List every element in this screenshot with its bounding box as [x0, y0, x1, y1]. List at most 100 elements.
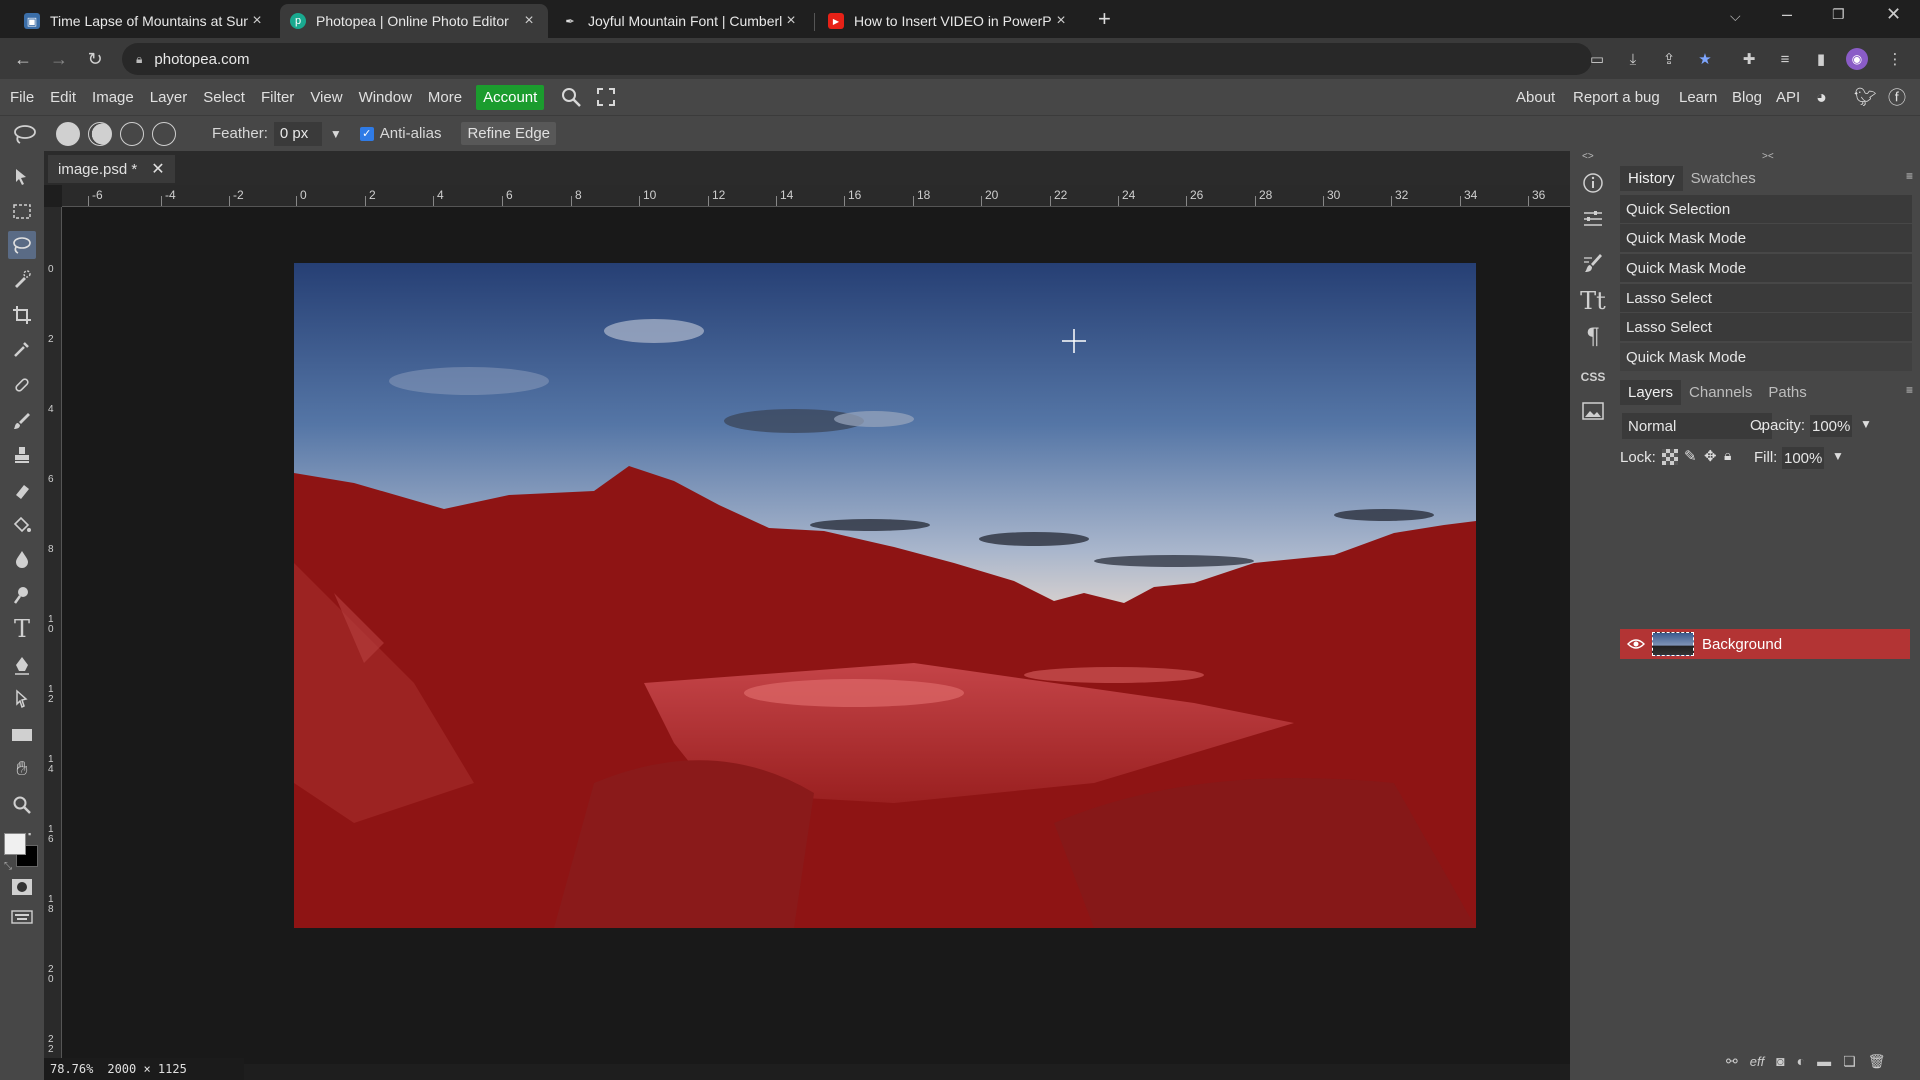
browser-tab-timelapse[interactable]: ▣ Time Lapse of Mountains at Suns ×: [14, 4, 276, 38]
history-item[interactable]: Lasso Select: [1620, 284, 1912, 312]
brush-tool-icon[interactable]: [8, 407, 36, 435]
subtract-selection-icon[interactable]: [120, 121, 144, 146]
add-selection-icon[interactable]: [88, 121, 112, 146]
facebook-icon[interactable]: ⓕ: [1888, 79, 1906, 115]
move-tool-icon[interactable]: [8, 163, 36, 191]
new-selection-icon[interactable]: [56, 121, 80, 146]
profile-avatar[interactable]: ◉: [1846, 48, 1868, 70]
marquee-tool-icon[interactable]: [8, 198, 36, 226]
address-bar[interactable]: 🔒︎ photopea.com: [122, 43, 1592, 75]
side-panel-icon[interactable]: ▮: [1810, 48, 1832, 70]
share-icon[interactable]: ⇪: [1658, 48, 1680, 70]
brush-settings-icon[interactable]: [1579, 249, 1607, 277]
new-tab-icon[interactable]: +: [1098, 6, 1111, 32]
quick-selection-tool-icon[interactable]: [8, 265, 36, 293]
healing-brush-tool-icon[interactable]: [8, 371, 36, 399]
quick-mask-icon[interactable]: [8, 873, 36, 901]
blur-tool-icon[interactable]: [8, 545, 36, 573]
document-tab[interactable]: image.psd * ✕: [48, 155, 175, 183]
swap-colors-icon[interactable]: ▪: [28, 829, 31, 839]
close-tab-icon[interactable]: ×: [782, 12, 800, 30]
back-icon[interactable]: ←: [10, 46, 36, 72]
browser-tab-photopea[interactable]: p Photopea | Online Photo Editor ×: [280, 4, 548, 38]
new-layer-icon[interactable]: ❏: [1843, 1053, 1856, 1070]
clipboard-icon[interactable]: ▭: [1586, 48, 1608, 70]
crop-tool-icon[interactable]: [8, 301, 36, 329]
keyboard-icon[interactable]: [8, 903, 36, 931]
forward-icon[interactable]: →: [46, 46, 72, 72]
dodge-tool-icon[interactable]: [8, 581, 36, 609]
adjustment-layer-icon[interactable]: ◐: [1797, 1053, 1805, 1069]
history-panel-menu-icon[interactable]: ≡: [1906, 169, 1913, 183]
menu-layer[interactable]: Layer: [142, 89, 196, 106]
menu-blog[interactable]: Blog: [1732, 79, 1762, 115]
feather-input[interactable]: [273, 121, 322, 146]
tab-paths[interactable]: Paths: [1760, 380, 1814, 405]
fullscreen-icon[interactable]: [596, 87, 616, 107]
layer-effects-icon[interactable]: eff: [1750, 1054, 1764, 1069]
history-item[interactable]: Lasso Select: [1620, 313, 1912, 341]
zoom-level[interactable]: 78.76%: [50, 1062, 93, 1076]
layer-mask-icon[interactable]: ◙: [1776, 1053, 1784, 1069]
feather-dropdown-icon[interactable]: ▼: [330, 127, 342, 141]
path-selection-tool-icon[interactable]: [8, 685, 36, 713]
image-panel-icon[interactable]: [1579, 397, 1607, 425]
restore-icon[interactable]: ❐: [1832, 6, 1845, 23]
reload-icon[interactable]: ↻: [82, 46, 108, 72]
menu-view[interactable]: View: [302, 89, 350, 106]
collapse-panels-icon[interactable]: <>: [1582, 151, 1594, 162]
extensions-icon[interactable]: ✚: [1738, 48, 1760, 70]
character-icon[interactable]: Tt: [1579, 287, 1607, 315]
close-window-icon[interactable]: ✕: [1886, 4, 1901, 25]
browser-tab-font[interactable]: ✒ Joyful Mountain Font | Cumberla ×: [552, 4, 810, 38]
install-icon[interactable]: ⤓: [1622, 48, 1644, 70]
clone-stamp-tool-icon[interactable]: [8, 441, 36, 469]
layer-row[interactable]: Background: [1620, 629, 1910, 659]
lock-transparency-icon[interactable]: [1662, 449, 1678, 465]
rectangle-tool-icon[interactable]: [8, 721, 36, 749]
opacity-dropdown-icon[interactable]: ▼: [1860, 417, 1872, 431]
history-item[interactable]: Quick Mask Mode: [1620, 254, 1912, 282]
adjustments-icon[interactable]: [1579, 205, 1607, 233]
minimize-icon[interactable]: –: [1782, 4, 1792, 25]
document-canvas[interactable]: [294, 263, 1476, 928]
eyedropper-tool-icon[interactable]: [8, 335, 36, 363]
delete-layer-icon[interactable]: 🗑︎: [1868, 1053, 1886, 1070]
hand-tool-icon[interactable]: ✋︎: [8, 755, 36, 783]
type-tool-icon[interactable]: T: [8, 615, 36, 643]
menu-report-bug[interactable]: Report a bug: [1573, 79, 1660, 115]
new-group-icon[interactable]: ▬: [1817, 1053, 1831, 1069]
opacity-input[interactable]: 100%: [1810, 415, 1852, 437]
account-button[interactable]: Account: [476, 84, 545, 110]
close-tab-icon[interactable]: ×: [248, 12, 266, 30]
tab-channels[interactable]: Channels: [1681, 380, 1760, 405]
menu-filter[interactable]: Filter: [253, 89, 302, 106]
twitter-icon[interactable]: 🐦︎: [1854, 79, 1877, 115]
close-document-icon[interactable]: ✕: [151, 159, 164, 179]
history-item[interactable]: Quick Mask Mode: [1620, 343, 1912, 371]
intersect-selection-icon[interactable]: [152, 121, 176, 146]
canvas-area[interactable]: [62, 207, 1570, 1064]
bookmark-star-icon[interactable]: ★: [1694, 48, 1716, 70]
menu-window[interactable]: Window: [351, 89, 420, 106]
menu-about[interactable]: About: [1516, 79, 1555, 115]
eraser-tool-icon[interactable]: [8, 477, 36, 505]
fill-tool-icon[interactable]: [8, 511, 36, 539]
pen-tool-icon[interactable]: [8, 651, 36, 679]
chrome-menu-icon[interactable]: ⋮: [1884, 48, 1906, 70]
media-control-icon[interactable]: ≡: [1774, 48, 1796, 70]
expand-panels-icon[interactable]: ><: [1762, 151, 1774, 162]
antialias-checkbox[interactable]: ✓ Anti-alias: [359, 125, 441, 142]
layers-panel-menu-icon[interactable]: ≡: [1906, 383, 1913, 397]
fill-dropdown-icon[interactable]: ▼: [1832, 449, 1844, 463]
menu-file[interactable]: File: [2, 89, 42, 106]
menu-more[interactable]: More: [420, 89, 470, 106]
history-item[interactable]: Quick Mask Mode: [1620, 224, 1912, 252]
tab-layers[interactable]: Layers: [1620, 380, 1682, 405]
tab-history[interactable]: History: [1620, 166, 1683, 191]
eye-icon[interactable]: [1624, 638, 1648, 650]
lock-position-icon[interactable]: ✥: [1704, 447, 1717, 465]
menu-api[interactable]: API: [1776, 79, 1800, 115]
close-tab-icon[interactable]: ×: [520, 12, 538, 30]
search-icon[interactable]: [560, 86, 582, 108]
